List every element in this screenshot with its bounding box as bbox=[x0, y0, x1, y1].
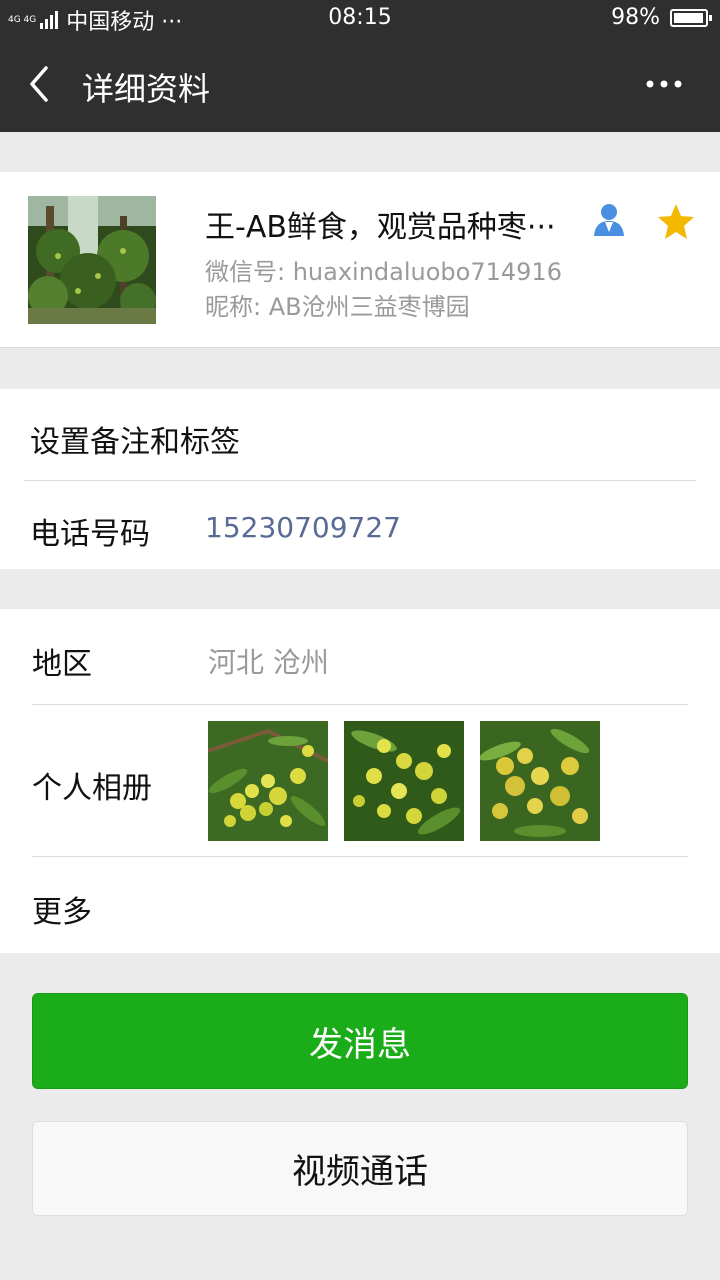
more-dots-icon[interactable] bbox=[644, 66, 684, 102]
nickname: 昵称: AB沧州三益枣博园 bbox=[205, 293, 470, 321]
region-label: 地区 bbox=[32, 647, 92, 682]
phone-label: 电话号码 bbox=[30, 517, 150, 552]
profile-name: 王-AB鲜食，观赏品种枣··· bbox=[205, 210, 556, 245]
profile-card: 王-AB鲜食，观赏品种枣··· 微信号: huaxindaluobo714916… bbox=[0, 172, 720, 348]
video-call-button[interactable]: 视频通话 bbox=[32, 1121, 688, 1216]
remark-tag-item[interactable]: 设置备注和标签 bbox=[30, 417, 240, 461]
album-photo-3[interactable] bbox=[480, 721, 600, 841]
album-photo-1[interactable] bbox=[208, 721, 328, 841]
divider bbox=[24, 480, 696, 481]
battery-icon bbox=[670, 8, 712, 27]
avatar[interactable] bbox=[28, 196, 156, 324]
person-icon bbox=[594, 204, 624, 236]
divider bbox=[32, 704, 688, 705]
wechat-id: 微信号: huaxindaluobo714916 bbox=[205, 258, 562, 286]
divider bbox=[32, 856, 688, 857]
status-right: 98% bbox=[611, 5, 712, 30]
more-item[interactable]: 更多 bbox=[32, 887, 92, 931]
send-message-button[interactable]: 发消息 bbox=[32, 993, 688, 1089]
details-group: 地区 河北 沧州 个人相册 更多 bbox=[0, 609, 720, 953]
battery-percent: 98% bbox=[611, 5, 660, 30]
status-bar: 4G 4G 中国移动 ··· 08:15 98% bbox=[0, 0, 720, 36]
remark-phone-group: 设置备注和标签 电话号码 15230709727 bbox=[0, 389, 720, 569]
region-value: 河北 沧州 bbox=[208, 646, 329, 679]
album-photo-2[interactable] bbox=[344, 721, 464, 841]
phone-number-link[interactable]: 15230709727 bbox=[205, 511, 401, 544]
back-arrow-icon[interactable] bbox=[24, 62, 64, 106]
star-icon[interactable] bbox=[656, 202, 696, 242]
page-title: 详细资料 bbox=[82, 70, 211, 108]
nav-bar: 详细资料 bbox=[0, 36, 720, 132]
album-label[interactable]: 个人相册 bbox=[32, 763, 152, 807]
